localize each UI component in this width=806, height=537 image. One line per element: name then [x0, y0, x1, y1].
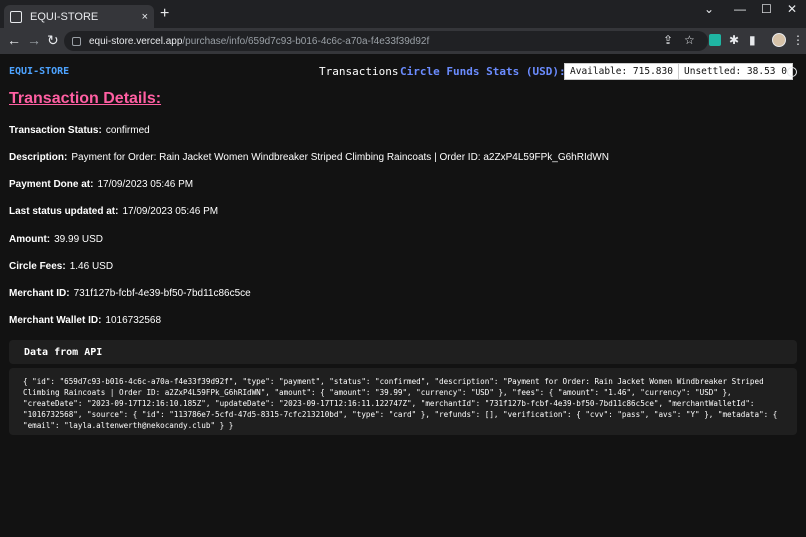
- url-host: equi-store.vercel.app: [89, 35, 183, 47]
- extension-icon[interactable]: [709, 34, 721, 46]
- browser-tab-bar: EQUI-STORE × + ⌄ — ☐ ✕: [0, 0, 806, 28]
- puzzle-icon[interactable]: ✱: [729, 33, 739, 47]
- field-value: 39.99 USD: [54, 234, 104, 245]
- unsettled-balance-badge: Unsettled: 38.53 0: [678, 63, 793, 80]
- field-label: Description:: [9, 152, 68, 163]
- tab-title: EQUI-STORE: [30, 10, 99, 23]
- browser-toolbar: ← → ↻ equi-store.vercel.app /purchase/in…: [0, 28, 806, 54]
- star-icon[interactable]: ☆: [684, 33, 695, 47]
- field-merchant-id: Merchant ID: 731f127b-fcbf-4e39-bf50-7bd1…: [9, 288, 251, 299]
- url-path: /purchase/info/659d7c93-b016-4c6c-a70a-f…: [182, 35, 430, 47]
- field-label: Last status updated at:: [9, 206, 119, 217]
- field-value: 1.46 USD: [69, 261, 114, 272]
- forward-icon[interactable]: →: [27, 32, 41, 48]
- field-value: 17/09/2023 05:46 PM: [97, 179, 194, 190]
- new-tab-button[interactable]: +: [160, 6, 169, 22]
- field-value: 731f127b-fcbf-4e39-bf50-7bd11c86c5ce: [73, 288, 251, 299]
- field-transaction-status: Transaction Status: confirmed: [9, 125, 150, 136]
- close-window-icon[interactable]: ✕: [787, 2, 797, 16]
- field-value: 17/09/2023 05:46 PM: [122, 206, 219, 217]
- sidebar-icon[interactable]: ▮: [749, 33, 756, 47]
- maximize-icon[interactable]: ☐: [761, 2, 772, 16]
- field-merchant-wallet-id: Merchant Wallet ID: 1016732568: [9, 315, 161, 326]
- close-tab-icon[interactable]: ×: [142, 11, 148, 23]
- field-label: Merchant ID:: [9, 288, 70, 299]
- profile-avatar[interactable]: [772, 33, 786, 47]
- api-section-header[interactable]: Data from API: [9, 340, 797, 364]
- field-amount: Amount: 39.99 USD: [9, 234, 103, 245]
- api-json-output: { "id": "659d7c93-b016-4c6c-a70a-f4e33f3…: [9, 368, 797, 435]
- field-circle-fees: Circle Fees: 1.46 USD: [9, 261, 113, 272]
- field-payment-done-at: Payment Done at: 17/09/2023 05:46 PM: [9, 179, 193, 190]
- funds-stats-label: Circle Funds Stats (USD):: [400, 65, 566, 78]
- field-value: 1016732568: [105, 315, 162, 326]
- address-bar[interactable]: equi-store.vercel.app /purchase/info/659…: [64, 31, 708, 51]
- theme-toggle-icon[interactable]: [787, 67, 797, 77]
- field-label: Payment Done at:: [9, 179, 94, 190]
- minimize-icon[interactable]: —: [734, 2, 746, 16]
- share-icon[interactable]: ⇪: [663, 33, 673, 47]
- brand-logo[interactable]: EQUI-STORE: [9, 66, 69, 77]
- field-label: Circle Fees:: [9, 261, 66, 272]
- back-icon[interactable]: ←: [7, 32, 21, 48]
- field-label: Transaction Status:: [9, 125, 102, 136]
- field-description: Description: Payment for Order: Rain Jack…: [9, 152, 609, 163]
- field-value: confirmed: [105, 125, 150, 136]
- available-balance-badge: Available: 715.830: [564, 63, 679, 80]
- field-last-status-updated: Last status updated at: 17/09/2023 05:46 …: [9, 206, 218, 217]
- field-label: Merchant Wallet ID:: [9, 315, 102, 326]
- field-value: Payment for Order: Rain Jacket Women Win…: [71, 152, 609, 163]
- reload-icon[interactable]: ↻: [47, 32, 59, 48]
- lock-icon[interactable]: [72, 36, 81, 46]
- browser-tab[interactable]: EQUI-STORE ×: [4, 5, 154, 28]
- chevron-down-icon[interactable]: ⌄: [704, 2, 714, 16]
- field-label: Amount:: [9, 234, 51, 245]
- nav-transactions-link[interactable]: Transactions: [319, 65, 398, 78]
- favicon-icon: [10, 10, 22, 23]
- menu-icon[interactable]: ⋮: [792, 33, 804, 47]
- page-title: Transaction Details:: [9, 90, 162, 107]
